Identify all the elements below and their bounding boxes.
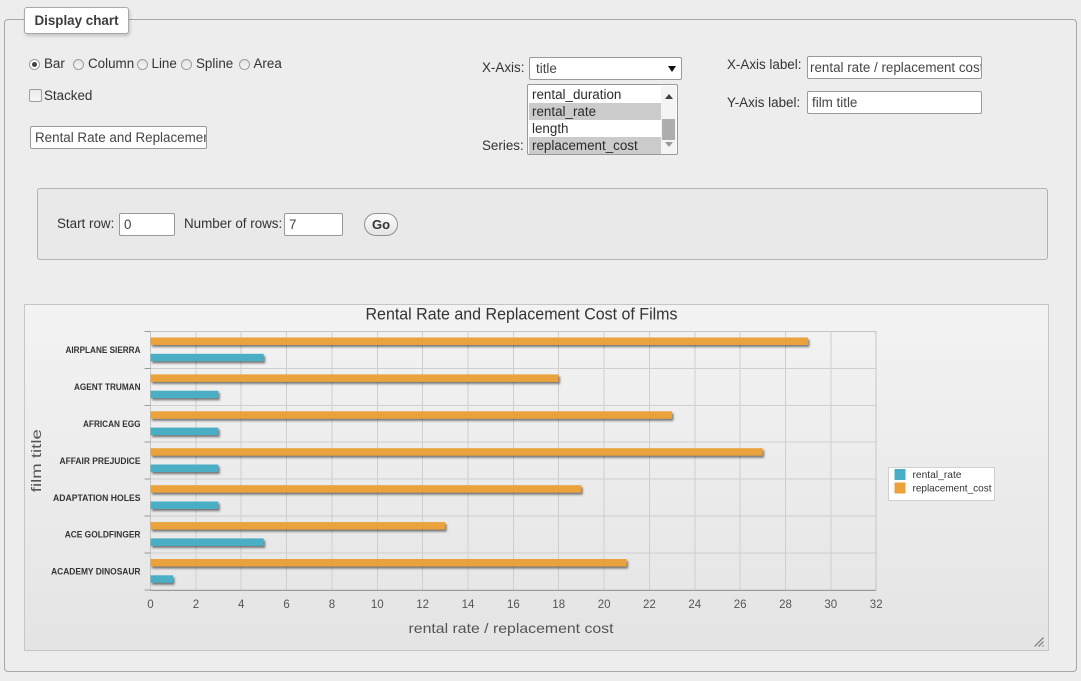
svg-text:12: 12 xyxy=(416,599,429,611)
svg-text:rental rate / replacement cost: rental rate / replacement cost xyxy=(409,620,614,636)
svg-text:AIRPLANE SIERRA: AIRPLANE SIERRA xyxy=(66,345,141,355)
svg-text:18: 18 xyxy=(552,599,565,611)
svg-text:10: 10 xyxy=(371,599,384,611)
svg-text:AGENT TRUMAN: AGENT TRUMAN xyxy=(74,382,141,392)
svg-text:20: 20 xyxy=(598,599,611,611)
svg-text:ACADEMY DINOSAUR: ACADEMY DINOSAUR xyxy=(51,567,141,577)
svg-text:replacement_cost: replacement_cost xyxy=(913,483,992,495)
svg-text:AFRICAN EGG: AFRICAN EGG xyxy=(83,419,141,429)
svg-text:14: 14 xyxy=(462,599,475,611)
svg-text:22: 22 xyxy=(643,599,656,611)
svg-text:26: 26 xyxy=(734,599,747,611)
svg-text:6: 6 xyxy=(283,599,289,611)
svg-text:ADAPTATION HOLES: ADAPTATION HOLES xyxy=(53,493,141,503)
svg-text:Rental Rate and Replacement Co: Rental Rate and Replacement Cost of Film… xyxy=(366,306,678,324)
svg-text:0: 0 xyxy=(147,599,153,611)
svg-text:28: 28 xyxy=(779,599,792,611)
svg-text:ACE GOLDFINGER: ACE GOLDFINGER xyxy=(65,530,141,540)
svg-text:30: 30 xyxy=(824,599,837,611)
svg-text:32: 32 xyxy=(870,599,883,611)
svg-text:8: 8 xyxy=(329,599,335,611)
svg-text:4: 4 xyxy=(238,599,245,611)
svg-text:film title: film title xyxy=(28,429,44,492)
svg-text:AFFAIR PREJUDICE: AFFAIR PREJUDICE xyxy=(60,456,141,466)
svg-text:rental_rate: rental_rate xyxy=(913,469,962,481)
svg-text:24: 24 xyxy=(688,599,701,611)
svg-text:2: 2 xyxy=(193,599,199,611)
svg-text:16: 16 xyxy=(507,599,520,611)
